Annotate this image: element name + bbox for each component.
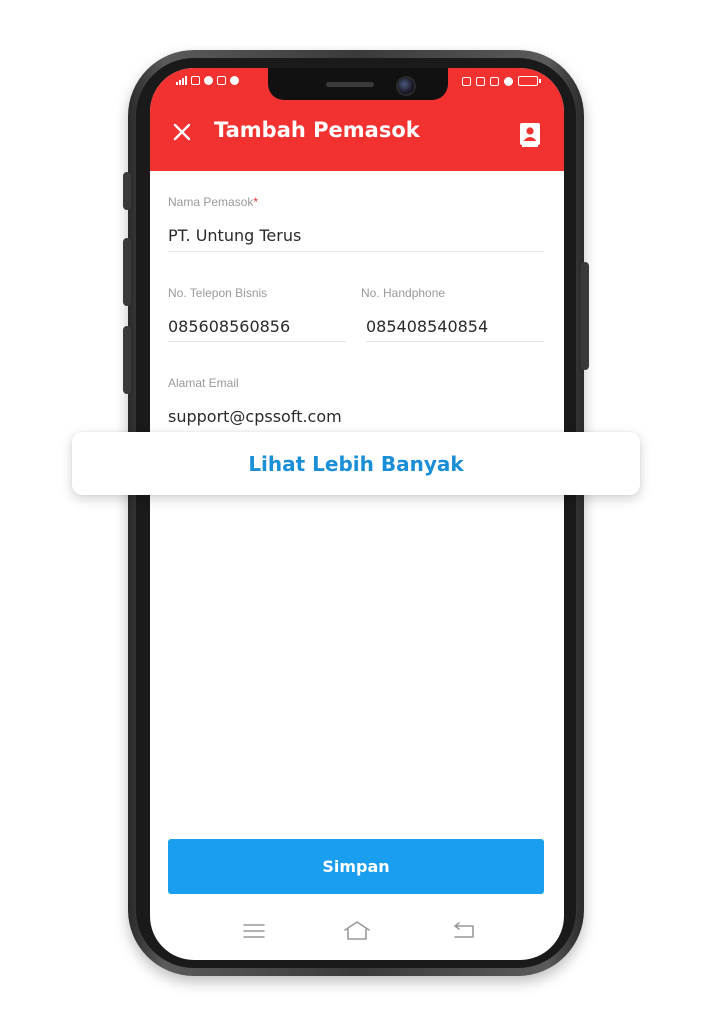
nav-back-button[interactable] <box>451 920 477 942</box>
phone-volume-down-button <box>123 326 131 394</box>
supplier-name-input[interactable]: PT. Untung Terus <box>168 226 301 245</box>
bluetooth-icon <box>462 76 471 86</box>
system-nav-bar <box>150 914 564 960</box>
close-button[interactable] <box>170 120 194 144</box>
business-phone-input[interactable]: 085608560856 <box>168 317 290 336</box>
message-icon <box>217 76 226 85</box>
phone-volume-up-button <box>123 238 131 306</box>
status-bar-left <box>176 76 239 85</box>
phone-power-button <box>581 262 589 370</box>
nav-home-button[interactable] <box>343 920 370 942</box>
notification-icon <box>204 76 213 85</box>
front-camera <box>396 76 416 96</box>
see-more-banner[interactable]: Lihat Lebih Banyak <box>72 432 640 495</box>
supplier-name-label-text: Nama Pemasok <box>168 195 254 209</box>
back-icon <box>454 922 474 938</box>
mobile-phone-label: No. Handphone <box>361 286 446 300</box>
mute-icon <box>476 76 485 86</box>
home-icon <box>344 921 370 940</box>
mobile-phone-input[interactable]: 085408540854 <box>366 317 488 336</box>
see-more-label: Lihat Lebih Banyak <box>248 451 464 476</box>
phone-side-button-upper <box>123 172 131 210</box>
signal-icon <box>176 76 187 85</box>
business-phone-label: No. Telepon Bisnis <box>168 286 268 300</box>
close-icon <box>173 123 191 141</box>
email-input[interactable]: support@cpssoft.com <box>168 407 342 426</box>
phone-screen: Tambah Pemasok Nama Pemasok* PT. Untung … <box>150 68 564 960</box>
contact-picker-button[interactable] <box>518 122 542 148</box>
business-phone-underline <box>168 341 346 342</box>
battery-icon <box>518 76 541 86</box>
contact-book-icon <box>520 123 540 147</box>
earpiece-speaker <box>326 82 374 87</box>
supplier-name-label: Nama Pemasok* <box>168 195 258 209</box>
menu-icon <box>243 924 265 938</box>
app-header: Tambah Pemasok <box>150 68 564 171</box>
save-button[interactable]: Simpan <box>168 839 544 894</box>
page-title: Tambah Pemasok <box>214 118 420 142</box>
chat-icon <box>230 76 239 85</box>
status-bar-right <box>462 76 541 86</box>
mail-icon <box>191 76 200 85</box>
wifi-icon <box>504 76 513 86</box>
email-label: Alamat Email <box>168 376 239 390</box>
camera-notch <box>268 68 448 100</box>
required-mark: * <box>253 195 259 209</box>
supplier-name-underline <box>168 251 544 252</box>
mobile-phone-underline <box>366 341 544 342</box>
nav-menu-button[interactable] <box>241 920 267 942</box>
data-icon <box>490 76 499 86</box>
